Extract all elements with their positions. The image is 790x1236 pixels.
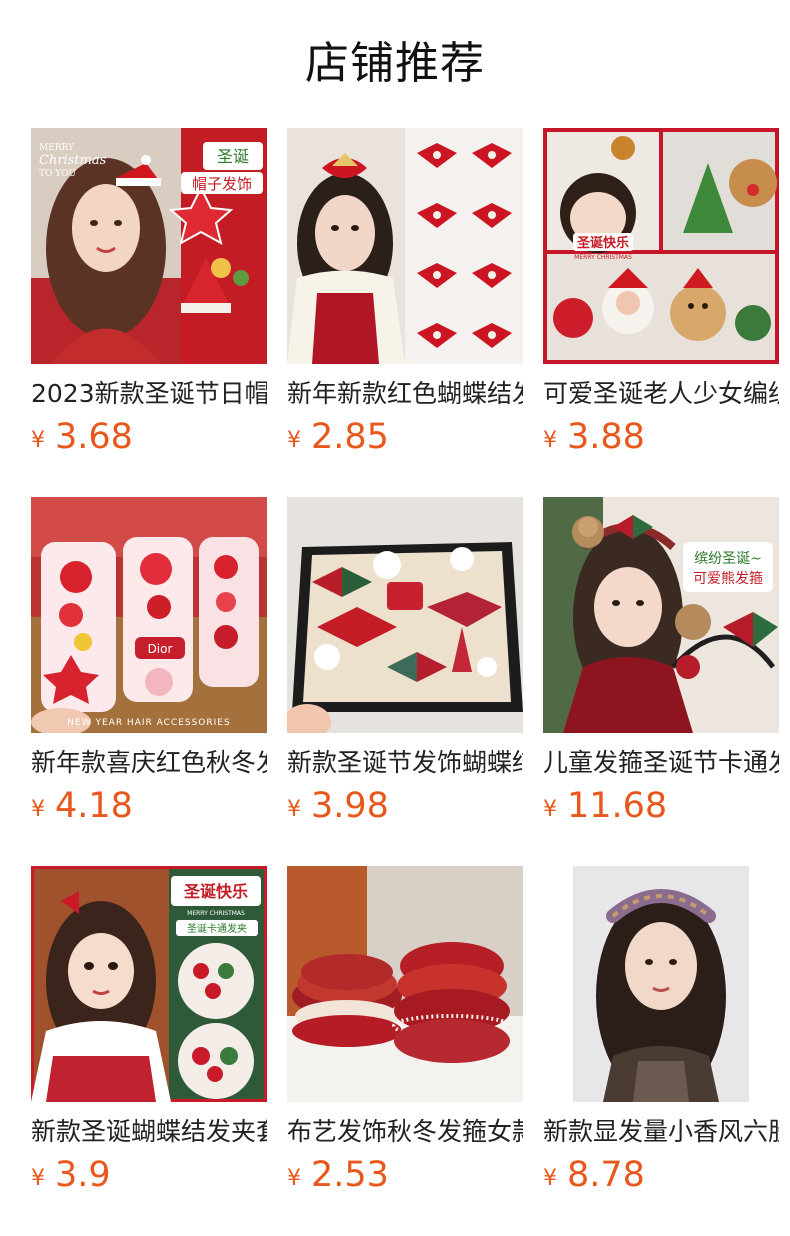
product-title[interactable]: 新款圣诞蝴蝶结发夹套装 <box>31 1116 267 1148</box>
price-value: 2.85 <box>311 417 389 457</box>
product-title[interactable]: 布艺发饰秋冬发箍女款 <box>287 1116 523 1148</box>
product-card[interactable]: 新款圣诞节发饰蝴蝶结 ¥3.98 <box>287 497 523 866</box>
christmas-clip-set-icon: 圣诞快乐 MERRY CHRISTMAS 圣诞卡通发夹 <box>31 866 267 1102</box>
product-price: ¥3.68 <box>31 416 267 458</box>
price-value: 4.18 <box>55 786 133 826</box>
product-card[interactable]: 圣诞快乐 MERRY CHRISTMAS 圣诞卡通发夹 新款圣诞蝴蝶结发夹套装 … <box>31 866 267 1235</box>
currency-symbol: ¥ <box>31 797 45 822</box>
product-title[interactable]: 新年新款红色蝴蝶结发夹 <box>287 378 523 410</box>
bear-headband-image[interactable]: 缤纷圣诞~ 可爱熊发箍 <box>543 497 779 733</box>
thumb-label: TO YOU <box>39 169 77 179</box>
bear-headband-icon: 缤纷圣诞~ 可爱熊发箍 <box>543 497 779 733</box>
currency-symbol: ¥ <box>287 797 301 822</box>
red-fabric-headbands-image[interactable] <box>287 866 523 1102</box>
santa-gingerbread-clip-image[interactable]: 圣诞快乐 MERRY CHRISTMAS <box>543 128 779 364</box>
product-price: ¥8.78 <box>543 1154 779 1196</box>
product-card[interactable]: 布艺发饰秋冬发箍女款 ¥2.53 <box>287 866 523 1235</box>
product-title[interactable]: 2023新款圣诞节日帽子发饰 <box>31 378 267 410</box>
braided-headband-image[interactable] <box>543 866 779 1102</box>
thumb-label: 圣诞卡通发夹 <box>187 922 247 935</box>
product-title[interactable]: 新款圣诞节发饰蝴蝶结 <box>287 747 523 779</box>
currency-symbol: ¥ <box>543 1166 557 1191</box>
braided-headband-icon <box>543 866 779 1102</box>
product-card[interactable]: 缤纷圣诞~ 可爱熊发箍 儿童发箍圣诞节卡通发箍 ¥11.68 <box>543 497 779 866</box>
santa-gingerbread-clip-icon: 圣诞快乐 MERRY CHRISTMAS <box>543 128 779 364</box>
product-price: ¥11.68 <box>543 785 779 827</box>
red-hairclip-set-icon: Dior NEW YEAR HAIR ACCESSORIES <box>31 497 267 733</box>
christmas-bow-tray-image[interactable] <box>287 497 523 733</box>
currency-symbol: ¥ <box>31 428 45 453</box>
thumb-label: MERRY <box>39 143 75 153</box>
thumb-label: 帽子发饰 <box>192 175 252 193</box>
product-title[interactable]: 新年款喜庆红色秋冬发夹 <box>31 747 267 779</box>
product-card[interactable]: 新年新款红色蝴蝶结发夹 ¥2.85 <box>287 128 523 497</box>
price-value: 3.98 <box>311 786 389 826</box>
thumb-label: 圣诞 <box>217 147 249 166</box>
thumb-label: 缤纷圣诞~ <box>694 551 762 567</box>
currency-symbol: ¥ <box>543 428 557 453</box>
red-hairclip-set-image[interactable]: Dior NEW YEAR HAIR ACCESSORIES <box>31 497 267 733</box>
product-price: ¥4.18 <box>31 785 267 827</box>
red-fabric-headbands-icon <box>287 866 523 1102</box>
product-price: ¥3.9 <box>31 1154 267 1196</box>
thumb-label: Dior <box>148 642 173 656</box>
product-title[interactable]: 可爱圣诞老人少女编织发夹 <box>543 378 779 410</box>
thumb-label: Christmas <box>39 153 107 168</box>
price-value: 8.78 <box>567 1155 645 1195</box>
christmas-hat-hairpin-image[interactable]: 圣诞 帽子发饰 MERRY Christmas TO YOU <box>31 128 267 364</box>
product-price: ¥3.98 <box>287 785 523 827</box>
price-value: 3.9 <box>55 1155 111 1195</box>
currency-symbol: ¥ <box>287 428 301 453</box>
price-value: 3.88 <box>567 417 645 457</box>
product-grid: 圣诞 帽子发饰 MERRY Christmas TO YOU 2023新款圣诞节… <box>31 128 779 1235</box>
page-title: 店铺推荐 <box>305 38 485 89</box>
product-title[interactable]: 新款显发量小香风六股 <box>543 1116 779 1148</box>
currency-symbol: ¥ <box>31 1166 45 1191</box>
currency-symbol: ¥ <box>543 797 557 822</box>
thumb-label: MERRY CHRISTMAS <box>187 910 245 917</box>
price-value: 11.68 <box>567 786 668 826</box>
red-bow-hairclip-icon <box>287 128 523 364</box>
product-card[interactable]: 圣诞 帽子发饰 MERRY Christmas TO YOU 2023新款圣诞节… <box>31 128 267 497</box>
thumb-label: 可爱熊发箍 <box>693 570 763 587</box>
thumb-label: NEW YEAR HAIR ACCESSORIES <box>67 718 230 728</box>
christmas-hat-hairpin-icon: 圣诞 帽子发饰 MERRY Christmas TO YOU <box>31 128 267 364</box>
price-value: 3.68 <box>55 417 133 457</box>
product-price: ¥2.53 <box>287 1154 523 1196</box>
thumb-label: 圣诞快乐 <box>183 882 248 901</box>
product-card[interactable]: Dior NEW YEAR HAIR ACCESSORIES 新年款喜庆红色秋冬… <box>31 497 267 866</box>
christmas-bow-tray-icon <box>287 497 523 733</box>
currency-symbol: ¥ <box>287 1166 301 1191</box>
thumb-label: 圣诞快乐 <box>577 235 629 251</box>
product-title[interactable]: 儿童发箍圣诞节卡通发箍 <box>543 747 779 779</box>
product-card[interactable]: 圣诞快乐 MERRY CHRISTMAS 可爱圣诞老人少女编织发夹 ¥3.88 <box>543 128 779 497</box>
red-bow-hairclip-image[interactable] <box>287 128 523 364</box>
price-value: 2.53 <box>311 1155 389 1195</box>
thumb-label: MERRY CHRISTMAS <box>574 254 632 261</box>
product-price: ¥3.88 <box>543 416 779 458</box>
product-card[interactable]: 新款显发量小香风六股 ¥8.78 <box>543 866 779 1235</box>
product-price: ¥2.85 <box>287 416 523 458</box>
christmas-clip-set-image[interactable]: 圣诞快乐 MERRY CHRISTMAS 圣诞卡通发夹 <box>31 866 267 1102</box>
